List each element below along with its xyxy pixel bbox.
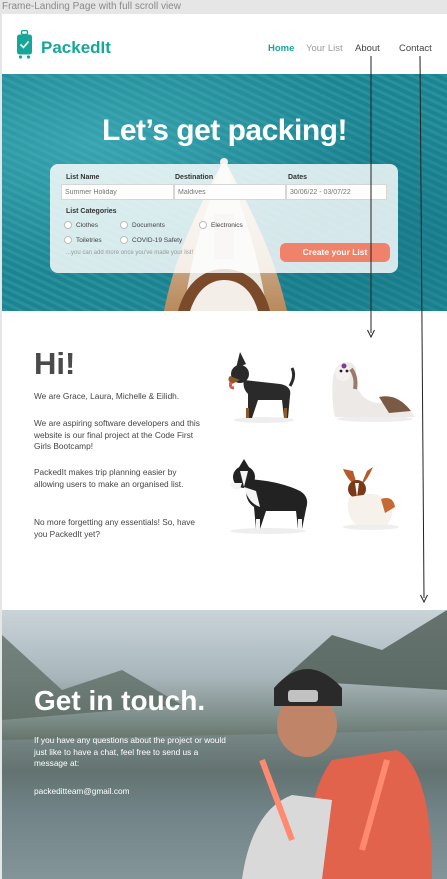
frame-label: Frame-Landing Page with full scroll view [2,1,181,12]
dog-illustration [228,352,296,423]
site-header: PackedIt Home Your List About Contact [2,14,447,74]
dog-illustration [332,362,415,422]
category-clothes[interactable]: Clothes [64,221,98,229]
list-name-label: List Name [66,174,100,181]
category-toiletries[interactable]: Toiletries [64,236,102,244]
brand-name[interactable]: PackedIt [41,38,111,58]
nav-home[interactable]: Home [268,43,294,54]
contact-email-link[interactable]: packeditteam@gmail.com [34,786,130,796]
landing-page: PackedIt Home Your List About Contact Le… [2,14,447,879]
nav-your-list[interactable]: Your List [306,43,343,54]
dates-input[interactable] [286,184,387,200]
checkbox-icon[interactable] [199,221,207,229]
category-documents[interactable]: Documents [120,221,165,229]
checkbox-icon[interactable] [120,236,128,244]
categories-hint: ...you can add more once you've made you… [66,250,194,256]
create-list-button[interactable]: Create your List [280,243,390,262]
about-paragraph-1: We are Grace, Laura, Michelle & Eilidh. [34,391,180,401]
nav-contact[interactable]: Contact [399,43,432,54]
destination-input[interactable] [174,184,286,200]
about-paragraph-4: No more forgetting any essentials! So, h… [34,517,195,539]
categories-label: List Categories [66,208,117,215]
contact-text: If you have any questions about the proj… [34,735,226,768]
contact-heading: Get in touch. [34,685,206,716]
about-section: Hi! We are Grace, Laura, Michelle & Eili… [2,311,447,610]
list-name-input[interactable] [61,184,174,200]
checkbox-icon[interactable] [64,236,72,244]
checkbox-icon[interactable] [64,221,72,229]
dog-illustration [343,467,399,530]
category-covid-safety[interactable]: COVID-19 Safety [120,236,182,244]
about-heading: Hi! [34,346,76,381]
destination-label: Destination [175,174,214,181]
category-electronics[interactable]: Electronics [199,221,243,229]
create-list-form: List Name Destination Dates List Categor… [50,164,398,273]
hero-section: Let’s get packing! List Name Destination… [2,74,447,311]
dog-illustration [230,459,308,534]
suitcase-icon[interactable] [16,30,33,60]
about-paragraph-2: We are aspiring software developers and … [34,418,200,451]
hero-title: Let’s get packing! [102,114,347,147]
dates-label: Dates [288,174,308,181]
about-paragraph-3: PackedIt makes trip planning easier by a… [34,467,184,489]
checkbox-icon[interactable] [120,221,128,229]
nav-about[interactable]: About [355,43,380,54]
contact-section: Get in touch. If you have any questions … [2,610,447,879]
